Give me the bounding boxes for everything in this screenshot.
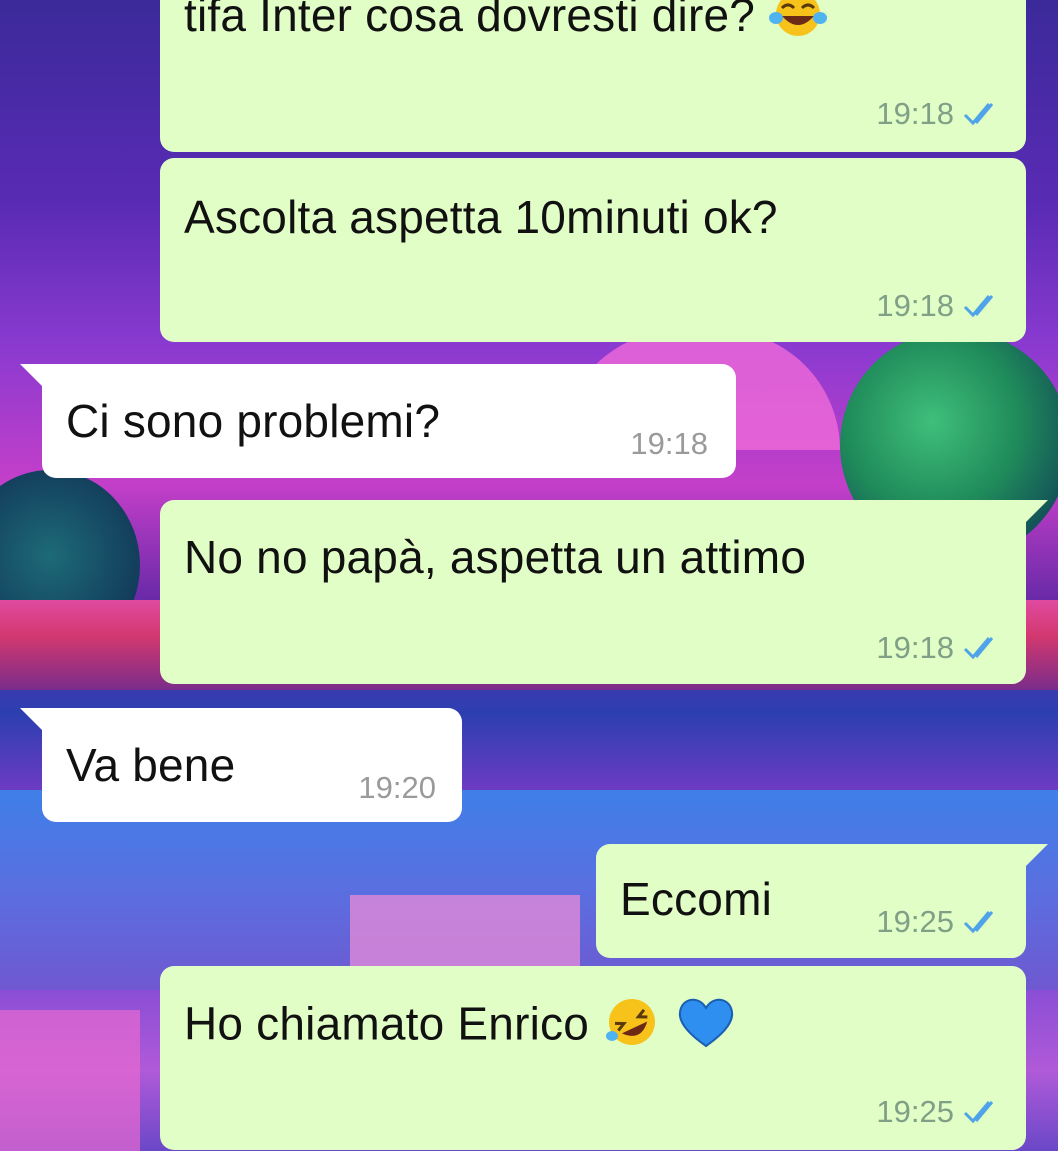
message-bubble-outgoing[interactable]: Ascolta aspetta 10minuti ok? 19:18 <box>160 158 1026 342</box>
message-bubble-incoming[interactable]: Ci sono problemi? 19:18 <box>20 364 736 478</box>
message-time: 19:18 <box>876 630 954 665</box>
message-bubble-outgoing[interactable]: tifa Inter cosa dovresti dire? 19:18 <box>160 0 1026 152</box>
double-check-read-icon <box>963 637 994 660</box>
message-text-content: Ho chiamato Enrico <box>184 997 589 1050</box>
wallpaper-pink-tree <box>0 1010 140 1151</box>
message-text: Ho chiamato Enrico <box>184 994 737 1061</box>
message-meta: 19:18 <box>876 288 1002 324</box>
message-text: Ascolta aspetta 10minuti ok? <box>184 191 778 243</box>
laughing-crying-face-icon <box>768 0 828 49</box>
bubble-tail <box>1022 844 1048 870</box>
message-bubble-outgoing[interactable]: Eccomi 19:25 <box>596 844 1048 958</box>
double-check-read-icon <box>963 295 994 318</box>
double-check-read-icon <box>963 911 994 934</box>
double-check-read-icon <box>963 103 994 126</box>
message-time: 19:18 <box>630 426 708 461</box>
message-text: No no papà, aspetta un attimo <box>184 531 807 583</box>
message-text: tifa Inter cosa dovresti dire? <box>184 0 828 49</box>
rolling-laughing-face-icon <box>602 994 662 1061</box>
message-meta: 19:25 <box>876 904 1002 940</box>
message-meta: 19:18 <box>630 426 708 462</box>
message-meta: 19:25 <box>876 1094 1002 1130</box>
message-text: Ci sono problemi? <box>66 395 441 447</box>
message-bubble-incoming[interactable]: Va bene 19:20 <box>20 708 462 822</box>
bubble-tail <box>20 708 46 734</box>
bubble-tail <box>1022 500 1048 526</box>
message-time: 19:25 <box>876 1094 954 1129</box>
blue-heart-icon <box>675 994 737 1061</box>
message-text: Va bene <box>66 739 236 791</box>
double-check-read-icon <box>963 1101 994 1124</box>
bubble-tail <box>20 364 46 390</box>
message-text-content: tifa Inter cosa dovresti dire? <box>184 0 756 41</box>
message-time: 19:18 <box>876 288 954 323</box>
message-bubble-outgoing[interactable]: No no papà, aspetta un attimo 19:18 <box>160 500 1048 684</box>
message-meta: 19:18 <box>876 630 1002 666</box>
message-bubble-outgoing[interactable]: Ho chiamato Enrico 19:25 <box>160 966 1026 1150</box>
message-meta: 19:20 <box>358 770 436 806</box>
message-time: 19:25 <box>876 904 954 939</box>
message-time: 19:20 <box>358 770 436 805</box>
message-text: Eccomi <box>620 873 773 925</box>
message-meta: 19:18 <box>876 96 1002 132</box>
wallpaper-reflection <box>350 895 580 970</box>
message-time: 19:18 <box>876 96 954 131</box>
